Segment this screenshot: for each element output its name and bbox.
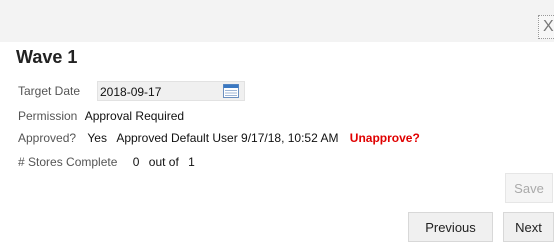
save-button-label: Save	[514, 180, 544, 196]
target-date-row: Target Date	[18, 84, 80, 98]
close-button[interactable]: X	[538, 15, 554, 39]
dialog-header-bar: X	[0, 0, 554, 42]
previous-button-label: Previous	[425, 219, 476, 235]
calendar-icon[interactable]	[223, 84, 239, 98]
stores-complete-label: # Stores Complete	[18, 155, 118, 169]
stores-total-count: 1	[188, 155, 195, 169]
stores-complete-row: # Stores Complete 0 out of 1	[18, 155, 195, 169]
stores-completed-count: 0	[132, 155, 140, 169]
approved-value: Yes	[87, 131, 107, 145]
save-button[interactable]: Save	[505, 173, 553, 203]
approved-row: Approved? Yes Approved Default User 9/17…	[18, 131, 420, 145]
approved-label: Approved?	[18, 131, 77, 145]
stores-out-of-label: out of	[148, 155, 179, 169]
page-title: Wave 1	[16, 47, 78, 67]
target-date-value: 2018-09-17	[100, 85, 162, 99]
permission-row: Permission Approval Required	[18, 109, 184, 123]
close-icon: X	[543, 18, 554, 35]
previous-button[interactable]: Previous	[408, 212, 493, 242]
permission-value: Approval Required	[84, 109, 185, 123]
unapprove-link[interactable]: Unapprove?	[350, 131, 420, 145]
next-button[interactable]: Next	[503, 212, 554, 242]
approved-detail: Approved Default User 9/17/18, 10:52 AM	[116, 131, 339, 145]
target-date-label: Target Date	[18, 84, 81, 98]
next-button-label: Next	[515, 219, 542, 235]
permission-label: Permission	[18, 109, 78, 123]
target-date-field[interactable]: 2018-09-17	[97, 81, 245, 101]
